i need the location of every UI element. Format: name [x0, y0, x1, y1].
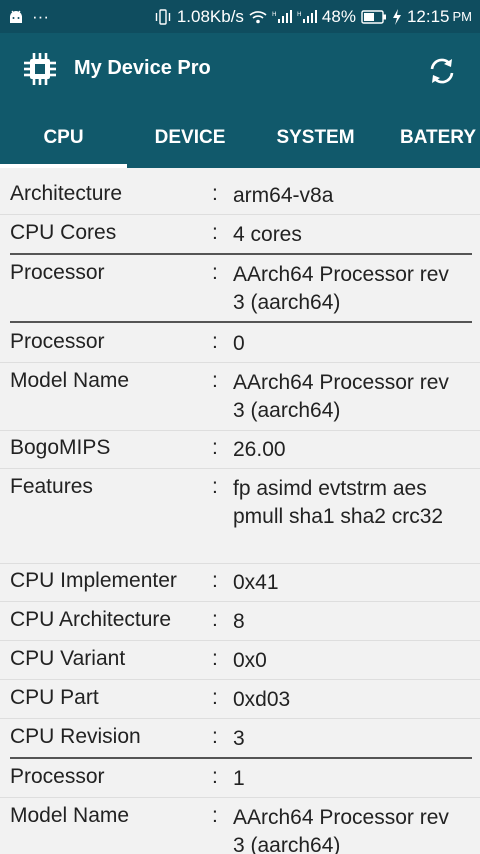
clock-ampm: PM [452, 9, 473, 24]
info-label: CPU Architecture [10, 608, 172, 631]
app-title: My Device Pro [74, 57, 211, 79]
signal-sim2-icon: H [297, 9, 317, 24]
android-debug-icon [8, 10, 24, 24]
divider [0, 718, 480, 719]
divider [0, 468, 480, 469]
tab-cpu[interactable]: CPU [0, 108, 127, 168]
tab-bar: CPU DEVICE SYSTEM BATERY [0, 108, 480, 168]
separator-colon: : [212, 569, 218, 592]
svg-text:H: H [272, 11, 277, 18]
info-label: BogoMIPS [10, 436, 111, 459]
more-notifications-indicator: ··· [32, 6, 49, 26]
divider [0, 797, 480, 798]
separator-colon: : [212, 369, 218, 392]
info-label: Processor [10, 765, 105, 788]
info-value: 4 cores [233, 223, 302, 246]
separator-colon: : [212, 647, 218, 670]
separator-colon: : [212, 330, 218, 353]
separator-colon: : [212, 765, 218, 788]
info-value: 3 [233, 727, 245, 750]
status-bar: ··· 1.08Kb/s H H 48% 12:15 PM [0, 0, 480, 33]
section-divider [10, 321, 472, 323]
info-value: fp asimd evtstrm aes pmull sha1 sha2 crc… [233, 477, 444, 528]
info-label: Model Name [10, 369, 130, 392]
info-value: 1 [233, 767, 245, 790]
cpu-info-list[interactable]: Architecture : arm64-v8a CPU Cores : 4 c… [0, 168, 480, 854]
divider [0, 430, 480, 431]
tab-battery[interactable]: BATERY [378, 108, 480, 168]
svg-text:H: H [297, 11, 302, 18]
info-value: arm64-v8a [233, 184, 334, 207]
info-value: 0 [233, 332, 245, 355]
info-value: 0x0 [233, 649, 267, 672]
info-label: CPU Variant [10, 647, 126, 670]
info-label: CPU Implementer [10, 569, 177, 592]
info-label: CPU Part [10, 686, 99, 709]
divider [0, 563, 480, 564]
info-value: AArch64 Processor rev 3 (aarch64) [233, 806, 449, 854]
info-label: Architecture [10, 182, 123, 205]
info-label: Processor [10, 261, 105, 284]
divider [0, 679, 480, 680]
section-divider [10, 757, 472, 759]
info-value: AArch64 Processor rev 3 (aarch64) [233, 371, 449, 422]
separator-colon: : [212, 475, 218, 498]
divider [0, 601, 480, 602]
app-bar: My Device Pro [0, 33, 480, 108]
separator-colon: : [212, 686, 218, 709]
divider [0, 214, 480, 215]
separator-colon: : [212, 261, 218, 284]
network-speed: 1.08Kb/s [176, 6, 244, 26]
separator-colon: : [212, 725, 218, 748]
battery-percent: 48% [321, 6, 356, 26]
clock-time: 12:15 [406, 6, 450, 26]
separator-colon: : [212, 804, 218, 827]
signal-sim1-icon: H [272, 9, 292, 24]
info-label: Model Name [10, 804, 130, 827]
section-divider [10, 253, 472, 255]
divider [0, 640, 480, 641]
info-label: Features [10, 475, 93, 498]
info-value: 8 [233, 610, 245, 633]
info-value: 26.00 [233, 438, 286, 461]
info-value: AArch64 Processor rev 3 (aarch64) [233, 263, 449, 314]
separator-colon: : [212, 436, 218, 459]
vibrate-icon [154, 8, 172, 25]
refresh-icon[interactable] [426, 55, 458, 87]
info-label: CPU Cores [10, 221, 117, 244]
separator-colon: : [212, 182, 218, 205]
chip-icon [22, 51, 58, 87]
tab-system[interactable]: SYSTEM [253, 108, 378, 168]
info-label: Processor [10, 330, 105, 353]
info-label: CPU Revision [10, 725, 141, 748]
charging-icon [392, 8, 402, 25]
divider [0, 362, 480, 363]
separator-colon: : [212, 221, 218, 244]
info-value: 0xd03 [233, 688, 291, 711]
separator-colon: : [212, 608, 218, 631]
tab-device[interactable]: DEVICE [127, 108, 253, 168]
wifi-icon [249, 10, 267, 24]
battery-icon [361, 9, 387, 24]
info-value: 0x41 [233, 571, 279, 594]
